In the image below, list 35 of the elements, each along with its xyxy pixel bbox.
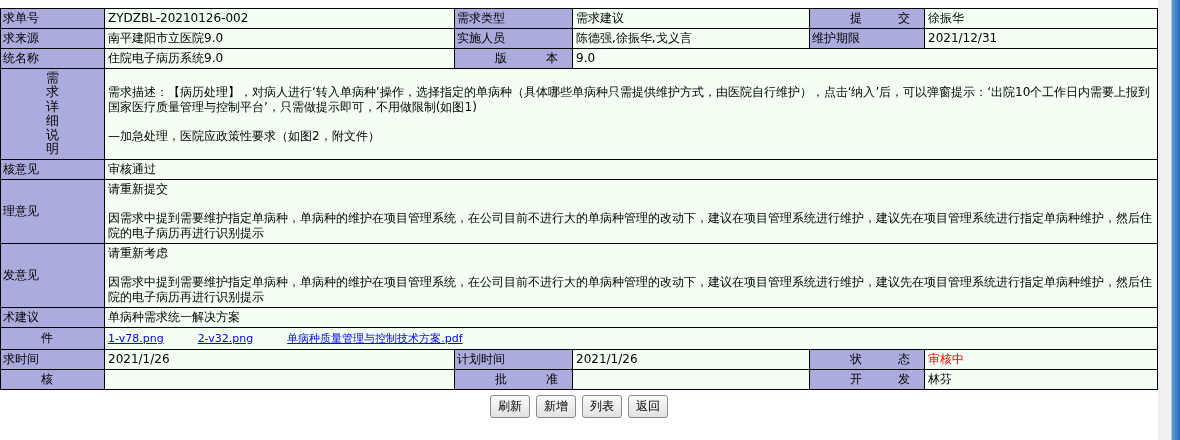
field-value: 请重新考虑 [108,245,169,261]
scrollbar[interactable] [1158,0,1180,440]
field-label: 提 交 [810,9,925,28]
field-value: 2021/12/31 [925,29,1157,48]
field-value: 南平建阳市立医院9.0 [105,29,455,48]
action-button[interactable]: 返回 [628,394,668,418]
field-label: 件 [1,327,105,349]
field-label: 发意见 [1,243,105,307]
field-label: 理意见 [1,179,105,243]
field-label: 维护期限 [810,29,925,48]
field-value: 因需求中提到需要维护指定单病种，单病种的维护在项目管理系统，在公司目前不进行大的单病种管理的改动下，建议在项目管理系统进行维护，建议先在项目管理系统进行指定单病种维护，然后住院的电子病历再进行识别提示 [108,274,1153,305]
field-value: 请重新提交 [108,181,169,197]
action-button[interactable]: 列表 [582,394,622,418]
field-value: 徐振华 [925,9,1157,28]
field-label: 统名称 [1,49,105,68]
field-value: 陈德强,徐振华,戈义言 [573,29,810,48]
field-label: 求来源 [1,29,105,48]
field-value: 9.0 [573,49,1157,68]
field-value: ZYDZBL-20210126-002 [105,9,455,28]
field-value: 需求建议 [573,9,810,28]
field-value: 因需求中提到需要维护指定单病种，单病种的维护在项目管理系统，在公司目前不进行大的单病种管理的改动下，建议在项目管理系统进行维护，建议先在项目管理系统进行指定单病种维护，然后住院的电子病历再进行识别提示 [108,210,1153,241]
field-label: 需求类型 [455,9,573,28]
action-button[interactable]: 新增 [536,394,576,418]
status-value: 审核中 [928,351,964,367]
field-label: 实施人员 [455,29,573,48]
field-value: 住院电子病历系统9.0 [105,49,455,68]
field-value: 需求描述：【病历处理】，对病人进行‘转入单病种’操作，选择指定的单病种（具体哪些单病种只需提供维护方式，由医院自行维护），点击‘纳入’后，可以弹窗提示：‘出院10个工作日内需要上报到国家医疗质量管理与控制平台’，只需做提示即可，不用做限制(如图1) [108,85,1152,115]
attachment-link[interactable]: 2-v32.png [197,331,254,345]
field-label: 版 本 [455,49,573,68]
field-label: 求单号 [1,9,105,28]
attachment-link[interactable]: 单病种质量管理与控制技术方案.pdf [287,330,463,346]
action-button[interactable]: 刷新 [490,394,530,418]
field-value: —加急处理，医院应政策性要求（如图2，附文件） [108,129,381,144]
attachment-link[interactable]: 1-v78.png [108,331,164,345]
field-label: 需求详细说明 [46,71,59,157]
